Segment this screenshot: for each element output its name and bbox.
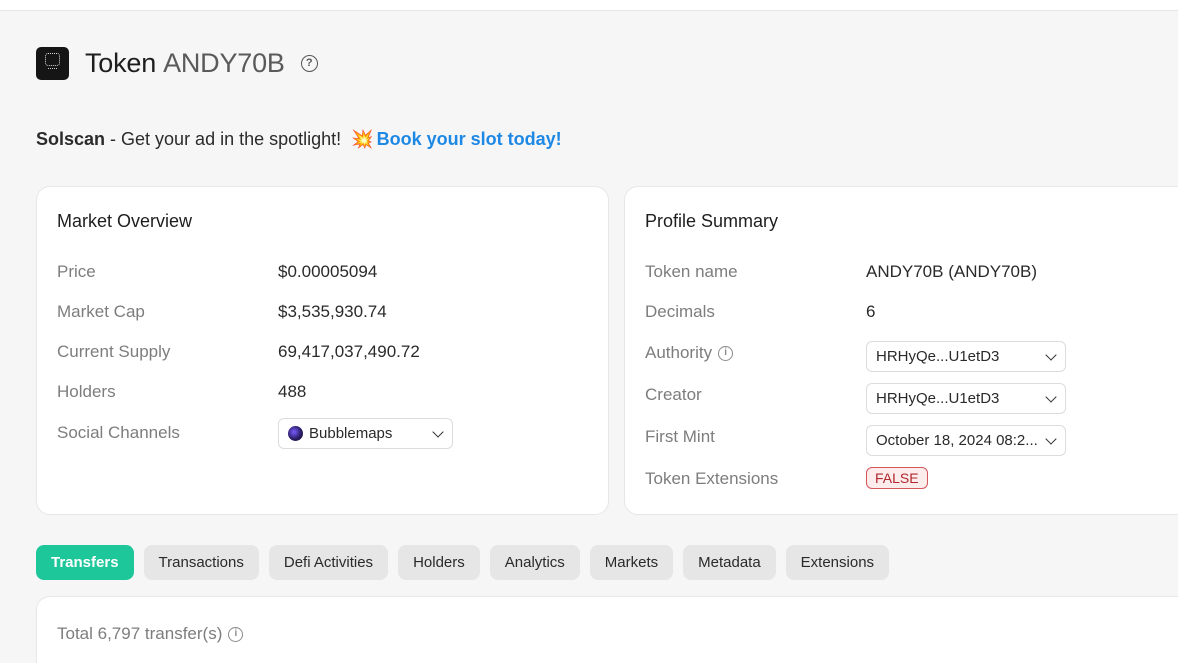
token-logo xyxy=(36,46,69,80)
current-supply-row: Current Supply 69,417,037,490.72 xyxy=(57,337,597,369)
authority-row: Authority i HRHyQe...U1etD3 xyxy=(645,338,1178,372)
first-mint-row: First Mint October 18, 2024 08:2... xyxy=(645,422,1178,456)
market-cap-label: Market Cap xyxy=(57,302,145,321)
current-supply-label: Current Supply xyxy=(57,342,171,361)
social-channels-label: Social Channels xyxy=(57,423,180,442)
market-cap-row: Market Cap $3,535,930.74 xyxy=(57,297,597,329)
token-tabs: Transfers Transactions Defi Activities H… xyxy=(36,545,899,580)
tab-extensions[interactable]: Extensions xyxy=(785,545,890,580)
authority-dropdown[interactable]: HRHyQe...U1etD3 xyxy=(866,341,1066,372)
tab-transactions[interactable]: Transactions xyxy=(143,545,259,580)
token-name-label: Token name xyxy=(645,262,738,281)
profile-summary-title: Profile Summary xyxy=(645,211,779,231)
token-name-value: ANDY70B (ANDY70B) xyxy=(866,262,1038,281)
ad-banner: Solscan - Get your ad in the spotlight! … xyxy=(36,129,562,150)
chevron-down-icon xyxy=(1045,390,1057,403)
creator-value: HRHyQe...U1etD3 xyxy=(876,390,1000,407)
authority-label-wrap: Authority i xyxy=(645,343,734,363)
authority-label: Authority xyxy=(645,343,713,362)
title-ticker: ANDY70B xyxy=(163,47,285,78)
question-circle-icon[interactable]: ? xyxy=(300,54,318,72)
decimals-label: Decimals xyxy=(645,302,715,321)
chevron-down-icon xyxy=(1045,348,1057,361)
tab-transfers[interactable]: Transfers xyxy=(36,545,134,580)
holders-value: 488 xyxy=(278,382,307,401)
current-supply-value: 69,417,037,490.72 xyxy=(278,342,420,361)
market-overview-title: Market Overview xyxy=(57,211,193,231)
creator-dropdown[interactable]: HRHyQe...U1etD3 xyxy=(866,383,1066,414)
top-bar xyxy=(0,0,1178,11)
tab-markets[interactable]: Markets xyxy=(589,545,674,580)
info-icon[interactable]: i xyxy=(228,626,244,642)
tab-metadata[interactable]: Metadata xyxy=(683,545,776,580)
chevron-down-icon xyxy=(1045,432,1057,445)
social-channel-value: Bubblemaps xyxy=(309,425,393,442)
transfers-total-text: Total 6,797 transfer(s) xyxy=(57,624,223,643)
transfers-total: Total 6,797 transfer(s) i xyxy=(57,624,244,644)
social-channels-dropdown[interactable]: Bubblemaps xyxy=(278,418,453,449)
tab-analytics[interactable]: Analytics xyxy=(489,545,580,580)
market-overview-card: Market Overview Price $0.00005094 Market… xyxy=(36,186,609,515)
transfers-card: Total 6,797 transfer(s) i xyxy=(36,596,1178,663)
profile-summary-card: Profile Summary Token name ANDY70B (ANDY… xyxy=(624,186,1178,515)
token-extensions-badge: FALSE xyxy=(866,467,928,489)
chevron-down-icon xyxy=(432,425,444,438)
first-mint-value: October 18, 2024 08:2... xyxy=(876,432,1038,449)
social-channels-row: Social Channels Bubblemaps xyxy=(57,418,597,450)
authority-value: HRHyQe...U1etD3 xyxy=(876,348,1000,365)
spark-icon: 💥 xyxy=(351,129,374,149)
creator-row: Creator HRHyQe...U1etD3 xyxy=(645,380,1178,414)
creator-label: Creator xyxy=(645,385,702,404)
ad-text: - Get your ad in the spotlight! xyxy=(105,129,347,149)
holders-label: Holders xyxy=(57,382,116,401)
decimals-row: Decimals 6 xyxy=(645,297,1178,329)
decimals-value: 6 xyxy=(866,302,876,321)
ad-link[interactable]: Book your slot today! xyxy=(377,129,562,149)
price-label: Price xyxy=(57,262,96,281)
info-icon[interactable]: i xyxy=(718,345,734,361)
token-extensions-label: Token Extensions xyxy=(645,469,779,488)
token-extensions-row: Token Extensions FALSE xyxy=(645,464,1178,496)
bubblemaps-icon xyxy=(288,426,303,441)
title-prefix: Token xyxy=(85,47,157,78)
price-row: Price $0.00005094 xyxy=(57,257,597,289)
first-mint-label: First Mint xyxy=(645,427,715,446)
ad-brand: Solscan xyxy=(36,129,106,149)
market-cap-value: $3,535,930.74 xyxy=(278,302,387,321)
page-header: Token ANDY70B ? xyxy=(36,46,318,80)
price-value: $0.00005094 xyxy=(278,262,378,281)
token-name-row: Token name ANDY70B (ANDY70B) xyxy=(645,257,1178,289)
holders-row: Holders 488 xyxy=(57,377,597,409)
tab-defi-activities[interactable]: Defi Activities xyxy=(268,545,389,580)
tab-holders[interactable]: Holders xyxy=(398,545,480,580)
page-title: Token ANDY70B xyxy=(85,48,285,79)
first-mint-dropdown[interactable]: October 18, 2024 08:2... xyxy=(866,425,1066,456)
